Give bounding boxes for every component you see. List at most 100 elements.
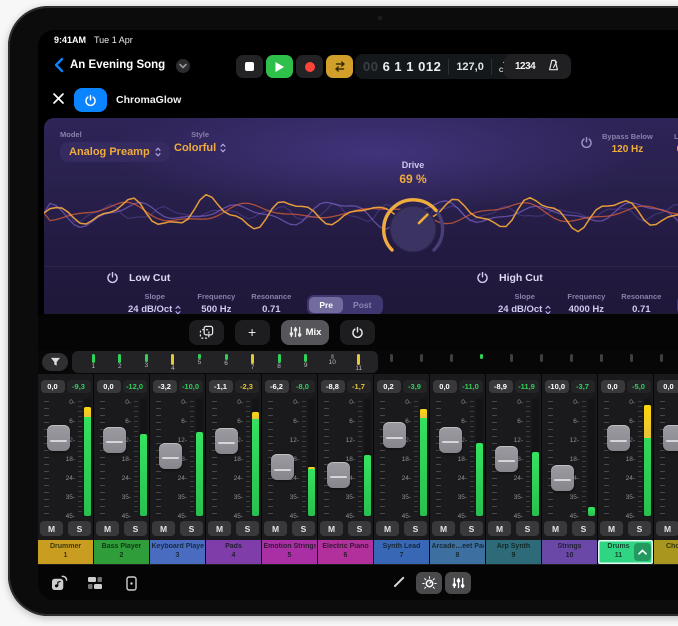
channel-volume-value[interactable]: 0,2 [377, 380, 401, 393]
channel-volume-value[interactable]: 0,0 [657, 380, 678, 393]
high-cut-power-button[interactable] [476, 271, 489, 284]
track-ruler[interactable]: 1234567891011 [72, 351, 378, 373]
channel-fader-handle[interactable] [103, 427, 126, 453]
mixer-power-button[interactable] [340, 320, 375, 345]
mute-button[interactable]: M [600, 521, 623, 536]
solo-button[interactable]: S [124, 521, 147, 536]
remote-button[interactable] [120, 572, 142, 594]
back-button[interactable] [48, 55, 68, 77]
mute-button[interactable]: M [40, 521, 63, 536]
mute-button[interactable]: M [544, 521, 567, 536]
channel-fader-handle[interactable] [383, 422, 406, 448]
cycle-button[interactable] [326, 55, 353, 78]
song-title[interactable]: An Evening Song [70, 59, 165, 71]
high-cut-frequency[interactable]: Frequency 4000 Hz [567, 292, 605, 314]
solo-button[interactable]: S [404, 521, 427, 536]
song-menu-button[interactable] [176, 59, 190, 73]
mute-button[interactable]: M [376, 521, 399, 536]
channel-volume-value[interactable]: -10,0 [545, 380, 569, 393]
channel-name-button[interactable]: Electric Piano 6 [318, 540, 373, 564]
count-in-button[interactable]: 1234 [515, 61, 535, 72]
ruler-tick[interactable]: 4 [160, 354, 187, 373]
ruler-tick[interactable]: 9 [292, 354, 319, 370]
ruler-tick[interactable]: 3 [133, 354, 160, 370]
low-cut-resonance[interactable]: Resonance 0.71 [251, 292, 291, 314]
solo-button[interactable]: S [292, 521, 315, 536]
mute-button[interactable]: M [320, 521, 343, 536]
plugins-button[interactable] [84, 572, 106, 594]
model-select[interactable]: Analog Preamp [60, 142, 170, 162]
channel-volume-value[interactable]: 0,0 [97, 380, 121, 393]
channel-fader-handle[interactable] [47, 425, 70, 451]
channel-fader-handle[interactable] [551, 465, 574, 491]
level-control[interactable]: Level 0.0 [674, 132, 678, 155]
channel-fader-handle[interactable] [495, 446, 518, 472]
high-cut-resonance[interactable]: Resonance 0.71 [621, 292, 661, 314]
solo-button[interactable]: S [180, 521, 203, 536]
channel-name-button[interactable]: Strings 10 [542, 540, 597, 564]
solo-button[interactable]: S [572, 521, 595, 536]
channel-fader-handle[interactable] [607, 425, 630, 451]
channel-name-button[interactable]: Synth Lead 7 [374, 540, 429, 564]
channel-fader-handle[interactable] [215, 428, 238, 454]
model-control[interactable]: Model Analog Preamp [60, 130, 170, 162]
channel-name-button[interactable]: Drummer 1 [38, 540, 93, 564]
solo-button[interactable]: S [628, 521, 651, 536]
faders-view-button[interactable] [445, 572, 471, 594]
mute-button[interactable]: M [152, 521, 175, 536]
channel-volume-value[interactable]: 0,0 [41, 380, 65, 393]
low-cut-power-button[interactable] [106, 271, 119, 284]
channel-name-button[interactable]: Bass Player 2 [94, 540, 149, 564]
solo-button[interactable]: S [236, 521, 259, 536]
channel-name-button[interactable]: Arcade…eet Pad 8 [430, 540, 485, 564]
mute-button[interactable]: M [488, 521, 511, 536]
solo-button[interactable]: S [68, 521, 91, 536]
ruler-tick[interactable]: 6 [213, 354, 240, 368]
track-ruler-overflow[interactable] [390, 354, 663, 362]
channel-volume-value[interactable]: -8,9 [489, 380, 513, 393]
low-cut-frequency[interactable]: Frequency 500 Hz [197, 292, 235, 314]
ruler-tick[interactable]: 8 [266, 354, 293, 371]
ruler-tick[interactable]: 10 [319, 354, 346, 367]
solo-button[interactable]: S [460, 521, 483, 536]
close-plugin-button[interactable] [48, 90, 68, 110]
controls-view-button[interactable] [416, 572, 442, 594]
mute-button[interactable]: M [432, 521, 455, 536]
mute-button[interactable]: M [96, 521, 119, 536]
channel-volume-value[interactable]: -6,2 [265, 380, 289, 393]
channel-collapse-button[interactable] [634, 543, 651, 561]
channel-name-button[interactable]: Chorus V 12 [654, 540, 678, 564]
ruler-tick[interactable]: 1 [80, 354, 107, 371]
low-cut-slope[interactable]: Slope 24 dB/Oct [128, 292, 181, 314]
add-track-button[interactable]: + [235, 320, 270, 345]
ruler-tick[interactable]: 11 [345, 354, 372, 373]
bypass-power-button[interactable] [580, 136, 593, 149]
mute-button[interactable]: M [208, 521, 231, 536]
mix-view-button[interactable]: Mix [281, 320, 330, 345]
channel-volume-value[interactable]: 0,0 [433, 380, 457, 393]
channel-fader-handle[interactable] [439, 427, 462, 453]
channel-volume-value[interactable]: 0,0 [601, 380, 625, 393]
loop-browser-button[interactable] [48, 572, 70, 594]
channel-volume-value[interactable]: -3,2 [153, 380, 177, 393]
channel-name-button[interactable]: Emotion Strings 5 [262, 540, 317, 564]
duplicate-button[interactable] [189, 320, 224, 345]
channel-fader-handle[interactable] [159, 443, 182, 469]
ruler-tick[interactable]: 5 [186, 354, 213, 367]
channel-fader-handle[interactable] [271, 454, 294, 480]
high-cut-slope[interactable]: Slope 24 dB/Oct [498, 292, 551, 314]
mute-button[interactable]: M [656, 521, 678, 536]
channel-volume-value[interactable]: -8,8 [321, 380, 345, 393]
ruler-tick[interactable]: 7 [239, 354, 266, 372]
stop-button[interactable] [236, 55, 263, 78]
style-control[interactable]: Style Colorful [174, 130, 226, 154]
channel-name-button[interactable]: Drums 11 [598, 540, 653, 564]
channel-name-button[interactable]: Pads 4 [206, 540, 261, 564]
channel-name-button[interactable]: Arp Synth 9 [486, 540, 541, 564]
pre-button[interactable]: Pre [309, 297, 343, 313]
metronome-button[interactable] [547, 59, 560, 75]
ruler-tick[interactable]: 2 [107, 354, 134, 371]
channel-volume-value[interactable]: -1,1 [209, 380, 233, 393]
channel-fader-handle[interactable] [663, 425, 678, 451]
post-button[interactable]: Post [343, 297, 381, 313]
